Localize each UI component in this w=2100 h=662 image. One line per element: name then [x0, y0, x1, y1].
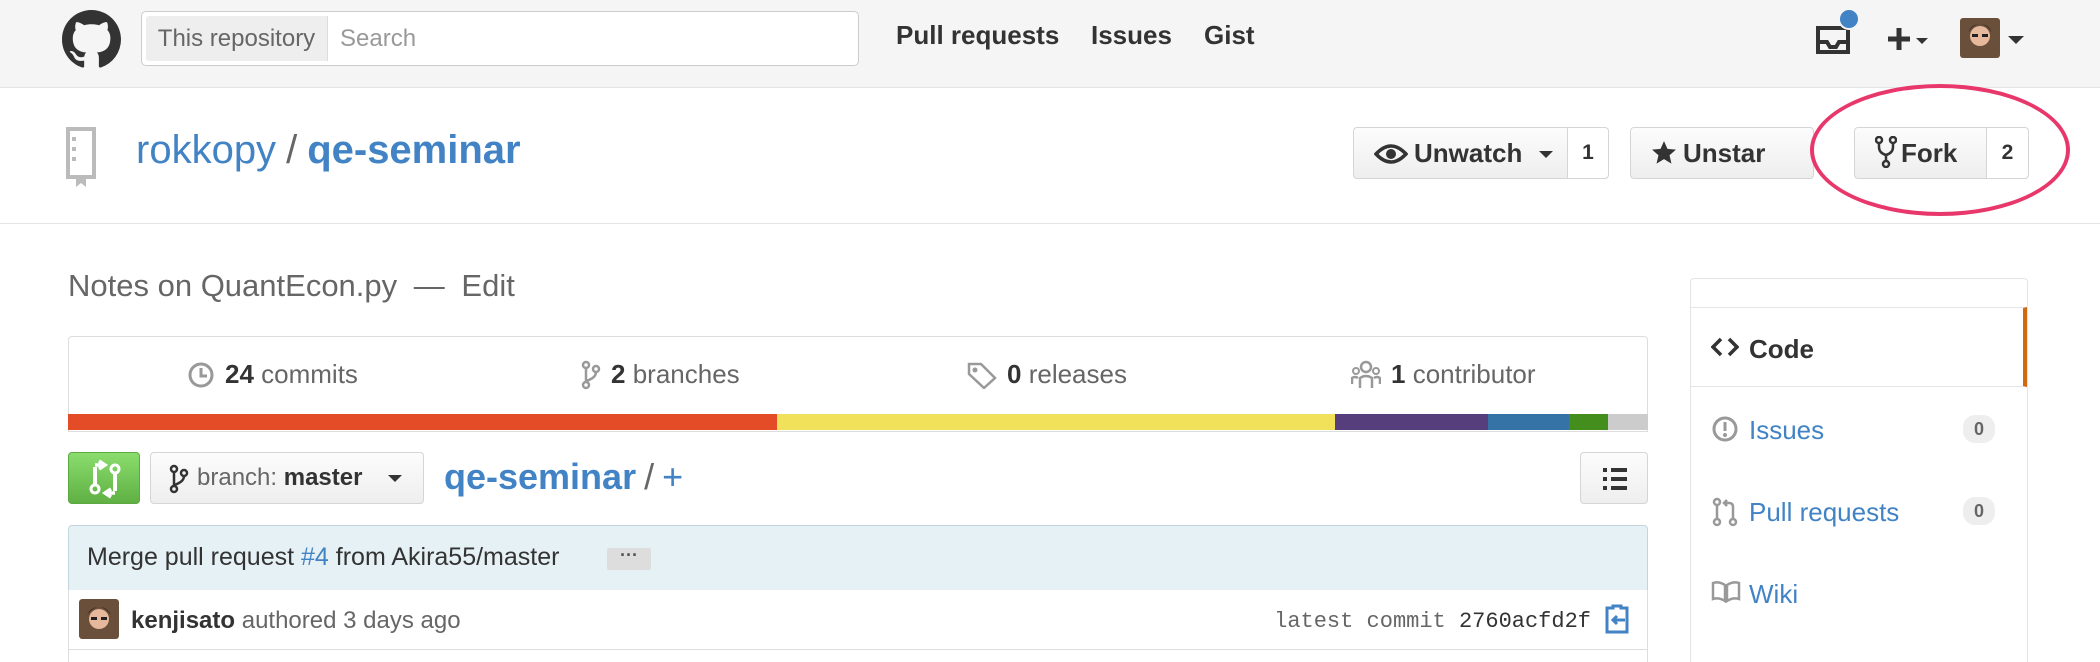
star-icon [1652, 141, 1676, 164]
expand-commit-button[interactable]: ··· [607, 546, 651, 570]
site-header: This repository Search Pull requests Iss… [0, 0, 2100, 88]
description-text: Notes on QuantEcon.py [68, 268, 398, 303]
releases-summary[interactable]: 0 releases [967, 359, 1127, 390]
history-icon [188, 362, 214, 387]
sidenav-issues-label: Issues [1749, 415, 1825, 445]
breadcrumb-separator: / [644, 456, 655, 497]
nav-issues[interactable]: Issues [1091, 20, 1172, 51]
nav-pull-requests[interactable]: Pull requests [896, 20, 1059, 51]
authored-time: authored 3 days ago [241, 607, 461, 634]
author-avatar[interactable] [79, 599, 119, 639]
list-view-button[interactable] [1580, 452, 1648, 504]
repo-owner-link[interactable]: rokkopy [136, 128, 276, 172]
repo-name-link[interactable]: qe-seminar [307, 128, 520, 172]
sidenav-pull-requests[interactable]: Pull requests 0 [1691, 471, 2027, 551]
contributors-summary[interactable]: 1 contributor [1351, 359, 1536, 390]
branches-count: 2 [611, 359, 626, 389]
search-scope-label: This repository [146, 16, 328, 61]
latest-commit-meta: kenjisato authored 3 days ago latest com… [68, 590, 1648, 650]
repo-sidenav: Code Issues 0 Pull requests 0 Wiki [1690, 278, 2028, 662]
pull-request-link[interactable]: #4 [301, 543, 329, 571]
sidenav-pull-requests-label: Pull requests [1749, 497, 1900, 527]
search-input[interactable]: Search [340, 16, 416, 61]
commits-label: commits [261, 359, 358, 389]
branches-summary[interactable]: 2 branches [581, 359, 740, 390]
eye-icon [1373, 144, 1409, 164]
sidenav-issues[interactable]: Issues 0 [1691, 389, 2027, 469]
releases-count: 0 [1007, 359, 1022, 389]
description-dash: — [413, 268, 445, 303]
issue-icon [1712, 416, 1738, 442]
sidenav-wiki[interactable]: Wiki [1691, 553, 2027, 633]
branches-label: branches [632, 359, 740, 389]
tag-icon [967, 362, 997, 389]
issues-count: 0 [1963, 415, 1995, 443]
sidenav-code-label: Code [1749, 334, 1814, 364]
branch-prefix: branch: [197, 464, 278, 491]
language-segment-3[interactable] [1488, 414, 1569, 430]
pull-request-icon [1712, 497, 1738, 527]
code-icon [1711, 337, 1739, 357]
sidenav-code[interactable]: Code [1691, 307, 2027, 387]
compare-pull-request-button[interactable] [68, 452, 140, 504]
branch-icon [169, 464, 189, 494]
user-avatar[interactable] [1958, 14, 2030, 62]
caret-down-icon [1538, 151, 1553, 158]
star-group: Unstar [1630, 127, 1814, 179]
latest-commit-message: Merge pull request #4 from Akira55/maste… [68, 525, 1648, 591]
branch-name: master [283, 464, 363, 491]
new-file-link[interactable]: + [662, 456, 683, 497]
language-segment-4[interactable] [1568, 414, 1609, 430]
commit-author-line: kenjisato authored 3 days ago [131, 607, 461, 635]
language-segment-1[interactable] [777, 414, 1336, 430]
edit-description-link[interactable]: Edit [461, 268, 514, 303]
repo-icon [66, 127, 96, 187]
file-breadcrumb: qe-seminar / + [444, 456, 683, 498]
commit-msg-suffix: from Akira55/master [335, 543, 560, 571]
commits-summary[interactable]: 24 commits [187, 359, 358, 390]
nav-gist[interactable]: Gist [1204, 20, 1255, 51]
book-icon [1711, 581, 1741, 603]
commit-message[interactable]: Merge pull request #4 from Akira55/maste… [87, 543, 559, 572]
breadcrumb-repo-link[interactable]: qe-seminar [444, 456, 636, 497]
unstar-label: Unstar [1683, 138, 1766, 168]
plus-dropdown-icon[interactable] [1886, 14, 1932, 62]
contributors-count: 1 [1391, 359, 1406, 389]
organization-icon [1351, 360, 1381, 388]
list-icon [1603, 468, 1627, 490]
repo-description: Notes on QuantEcon.py — Edit [68, 268, 515, 304]
branch-selector[interactable]: branch: master [150, 452, 424, 504]
octocat-logo-icon[interactable] [62, 10, 121, 69]
commit-msg-prefix: Merge pull request [87, 543, 295, 571]
caret-down-icon [388, 475, 402, 482]
author-link[interactable]: kenjisato [131, 607, 235, 634]
repo-title-separator: / [286, 128, 298, 172]
sidenav-wiki-label: Wiki [1749, 579, 1799, 609]
compare-icon [89, 459, 121, 499]
notification-dot-icon [1838, 8, 1860, 30]
pull-requests-count: 0 [1963, 497, 1995, 525]
contributors-label: contributor [1412, 359, 1536, 389]
unwatch-button[interactable]: Unwatch [1354, 128, 1568, 178]
commit-sha-link[interactable]: 2760acfd2f [1459, 609, 1591, 634]
branch-icon [581, 360, 601, 389]
language-bar[interactable] [68, 414, 1648, 430]
file-list-top [68, 650, 1648, 662]
unwatch-label: Unwatch [1414, 138, 1523, 168]
releases-label: releases [1028, 359, 1127, 389]
watch-group: Unwatch 1 [1353, 127, 1609, 179]
clipboard-icon[interactable] [1603, 604, 1631, 634]
unstar-button[interactable]: Unstar [1631, 128, 1809, 178]
commits-count: 24 [225, 359, 254, 389]
language-segment-0[interactable] [68, 414, 778, 430]
latest-commit-label: latest commit [1274, 609, 1446, 634]
watchers-count[interactable]: 1 [1568, 128, 1608, 178]
language-segment-5[interactable] [1608, 414, 1648, 430]
language-segment-2[interactable] [1335, 414, 1489, 430]
search-box[interactable]: This repository Search [141, 11, 859, 66]
commit-sha-line: latest commit 2760acfd2f [1274, 609, 1591, 634]
fork-annotation-circle [1810, 84, 2070, 216]
repo-title: rokkopy / qe-seminar [136, 128, 521, 173]
